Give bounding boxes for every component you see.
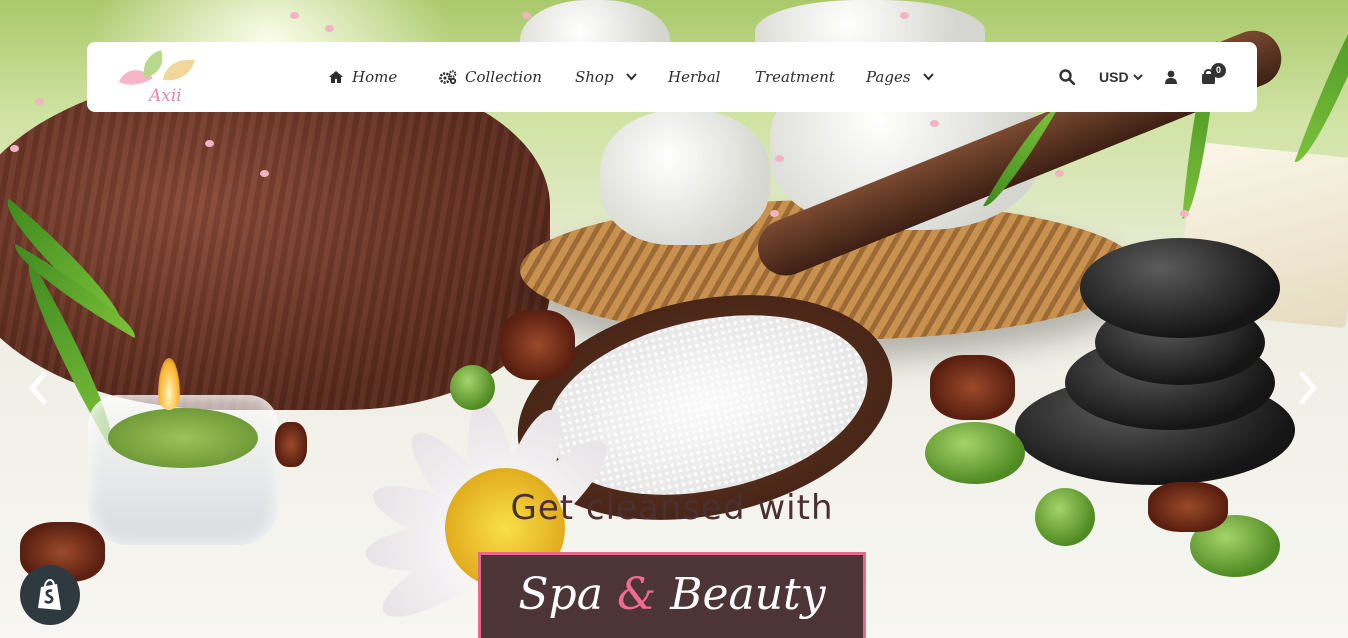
falling-petal bbox=[1055, 170, 1064, 177]
hot-stone bbox=[1080, 238, 1280, 338]
nav-shop[interactable]: Shop bbox=[575, 66, 637, 88]
falling-petal bbox=[1180, 210, 1189, 217]
search-button[interactable] bbox=[1059, 69, 1075, 85]
chevron-down-icon bbox=[1132, 73, 1143, 80]
nav-collection[interactable]: Collection bbox=[439, 66, 542, 88]
cart-count-badge: 0 bbox=[1211, 63, 1226, 78]
green-pod bbox=[925, 422, 1025, 484]
nav-pages[interactable]: Pages bbox=[866, 66, 934, 88]
bamboo-leaf bbox=[1294, 0, 1348, 171]
home-icon bbox=[329, 71, 343, 83]
account-button[interactable] bbox=[1164, 70, 1177, 84]
nav-pages-label: Pages bbox=[866, 68, 911, 86]
currency-label: USD bbox=[1099, 69, 1129, 85]
falling-petal bbox=[10, 145, 19, 152]
chevron-down-icon bbox=[922, 73, 934, 81]
leaf-logo-icon bbox=[119, 50, 195, 85]
dried-flower bbox=[275, 422, 307, 467]
nav-home-label: Home bbox=[352, 68, 398, 86]
falling-petal bbox=[930, 120, 939, 127]
nav-treatment-label: Treatment bbox=[755, 68, 835, 86]
chevron-down-icon bbox=[625, 73, 637, 81]
green-pod bbox=[450, 365, 495, 410]
candle-wax bbox=[108, 408, 258, 468]
falling-petal bbox=[260, 170, 269, 177]
user-icon bbox=[1164, 70, 1177, 84]
logo[interactable]: Axii bbox=[115, 48, 205, 110]
nav-treatment[interactable]: Treatment bbox=[755, 66, 835, 88]
caption-word-spa: Spa bbox=[518, 569, 603, 620]
currency-selector[interactable]: USD bbox=[1099, 69, 1143, 85]
site-header: Axii Home Collection Shop Herbal Treatme… bbox=[87, 42, 1257, 112]
nav-herbal[interactable]: Herbal bbox=[668, 66, 720, 88]
slide-caption-heading: Get cleansed with bbox=[510, 488, 834, 528]
falling-petal bbox=[775, 155, 784, 162]
nav-herbal-label: Herbal bbox=[668, 68, 721, 86]
falling-petal bbox=[205, 140, 214, 147]
herbal-pouch bbox=[600, 110, 770, 245]
green-pod bbox=[1035, 488, 1095, 546]
dried-flower bbox=[500, 310, 575, 380]
nav-home[interactable]: Home bbox=[328, 66, 397, 88]
dried-flower bbox=[930, 355, 1015, 420]
nav-collection-label: Collection bbox=[465, 68, 542, 86]
caption-word-beauty: Beauty bbox=[670, 569, 826, 620]
chevron-left-icon bbox=[28, 371, 47, 405]
falling-petal bbox=[900, 12, 909, 19]
logo-text: Axii bbox=[149, 86, 182, 106]
slide-caption-title: Spa & Beauty bbox=[481, 569, 863, 620]
slide-caption-box: Spa & Beauty bbox=[478, 552, 866, 638]
caption-ampersand: & bbox=[616, 569, 657, 620]
falling-petal bbox=[35, 98, 44, 105]
header-tools: USD bbox=[1059, 66, 1216, 88]
gears-icon bbox=[439, 70, 457, 85]
falling-petal bbox=[522, 12, 531, 19]
chevron-right-icon bbox=[1299, 371, 1318, 405]
slider-prev-arrow[interactable] bbox=[24, 370, 54, 406]
search-icon bbox=[1059, 69, 1075, 85]
nav-shop-label: Shop bbox=[575, 68, 614, 86]
shopify-badge[interactable] bbox=[20, 565, 80, 625]
falling-petal bbox=[770, 210, 779, 217]
falling-petal bbox=[290, 12, 299, 19]
falling-petal bbox=[325, 25, 334, 32]
slider-next-arrow[interactable] bbox=[1292, 370, 1322, 406]
dried-flower bbox=[1148, 482, 1228, 532]
shopify-icon bbox=[38, 578, 61, 610]
